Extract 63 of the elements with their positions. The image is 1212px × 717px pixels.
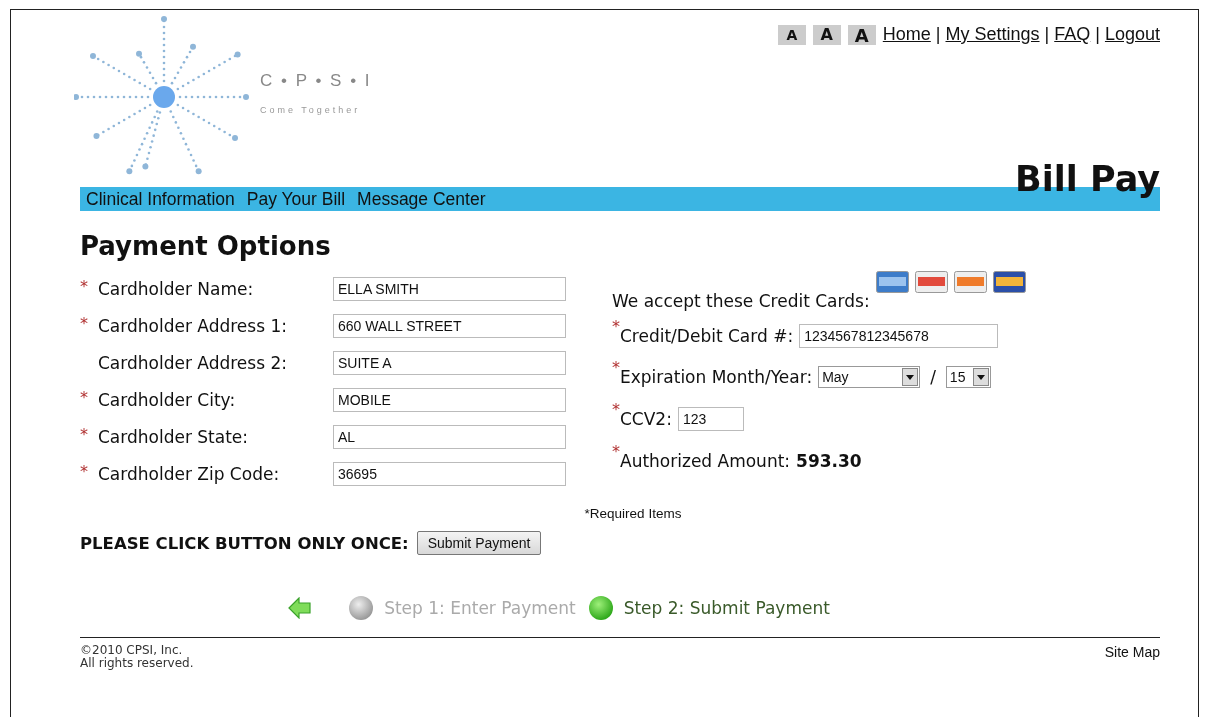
input-field[interactable]: 123 [677, 407, 744, 431]
date-separator: / [930, 367, 936, 387]
required-mark: * [80, 462, 89, 481]
back-arrow-icon[interactable] [288, 597, 313, 619]
required-mark: * [80, 425, 89, 444]
header-link[interactable]: Logout [1104, 24, 1160, 45]
nav-link[interactable]: Clinical Information [86, 188, 235, 210]
credit-card-icon [953, 271, 987, 293]
required-mark: * [80, 277, 89, 296]
logo-tagline: Come Together [260, 104, 362, 115]
nav-link[interactable]: Message Center [357, 188, 486, 210]
field-label: Authorized Amount: [620, 451, 791, 471]
credit-card-icon [914, 271, 948, 293]
step-label: Step 2: Submit Payment [623, 598, 830, 618]
input-field[interactable]: 660 WALL STREET [333, 314, 566, 338]
font-size-button[interactable]: A [812, 24, 841, 45]
required-mark: * [612, 400, 620, 419]
link-separator: | [1095, 24, 1100, 45]
logo-name: C • P • S • I [260, 70, 372, 91]
field-label: Cardholder Address 1: [98, 316, 288, 336]
field-label: Cardholder City: [98, 390, 237, 410]
input-field[interactable]: ELLA SMITH [333, 277, 566, 301]
required-note: *Required Items [583, 506, 683, 521]
link-separator: | [935, 24, 941, 45]
step-label: Step 1: Enter Payment [384, 598, 576, 618]
required-mark: * [80, 388, 89, 407]
font-size-button[interactable]: A [777, 24, 806, 45]
field-label: Cardholder Address 2: [98, 353, 288, 373]
input-field[interactable]: 36695 [333, 462, 566, 486]
header-link[interactable]: My Settings [945, 24, 1040, 45]
caret-icon [976, 374, 985, 380]
required-mark: * [612, 442, 620, 461]
input-field[interactable]: AL [333, 425, 566, 449]
site-map-link[interactable]: Site Map [1104, 644, 1160, 670]
credit-card-icon [992, 271, 1026, 293]
header-link[interactable]: FAQ [1054, 24, 1091, 45]
required-mark: * [80, 314, 89, 333]
field-label: Cardholder Zip Code: [98, 464, 281, 484]
input-field[interactable]: 1234567812345678 [799, 323, 999, 348]
required-mark: * [612, 317, 620, 336]
copyright-text: ©2010 CPSI, Inc. [80, 644, 184, 657]
font-size-button[interactable]: A [847, 24, 876, 45]
month-select[interactable]: May [818, 366, 921, 388]
nav-link[interactable]: Pay Your Bill [246, 188, 346, 210]
click-warning: PLEASE CLICK BUTTON ONLY ONCE: [80, 533, 409, 553]
field-label: CCV2: [620, 409, 672, 429]
year-select[interactable]: 15 [945, 366, 991, 388]
input-field[interactable]: SUITE A [333, 351, 566, 375]
header-link[interactable]: Home [882, 24, 931, 45]
field-label: We accept these Credit Cards: [612, 291, 870, 311]
link-separator: | [1044, 24, 1050, 45]
amount-value: 593.30 [796, 451, 862, 471]
field-label: Credit/Debit Card #: [620, 325, 794, 346]
submit-payment-button[interactable]: Submit Payment [416, 531, 542, 555]
field-label: Cardholder State: [98, 427, 250, 447]
input-field[interactable]: MOBILE [333, 388, 566, 412]
section-heading: Payment Options [80, 231, 332, 261]
field-label: Cardholder Name: [98, 279, 255, 299]
field-label: Expiration Month/Year: [620, 367, 813, 387]
caret-icon [906, 374, 915, 380]
required-mark: * [612, 358, 620, 377]
rights-text: All rights reserved. [80, 657, 194, 670]
credit-card-icon [875, 271, 909, 293]
